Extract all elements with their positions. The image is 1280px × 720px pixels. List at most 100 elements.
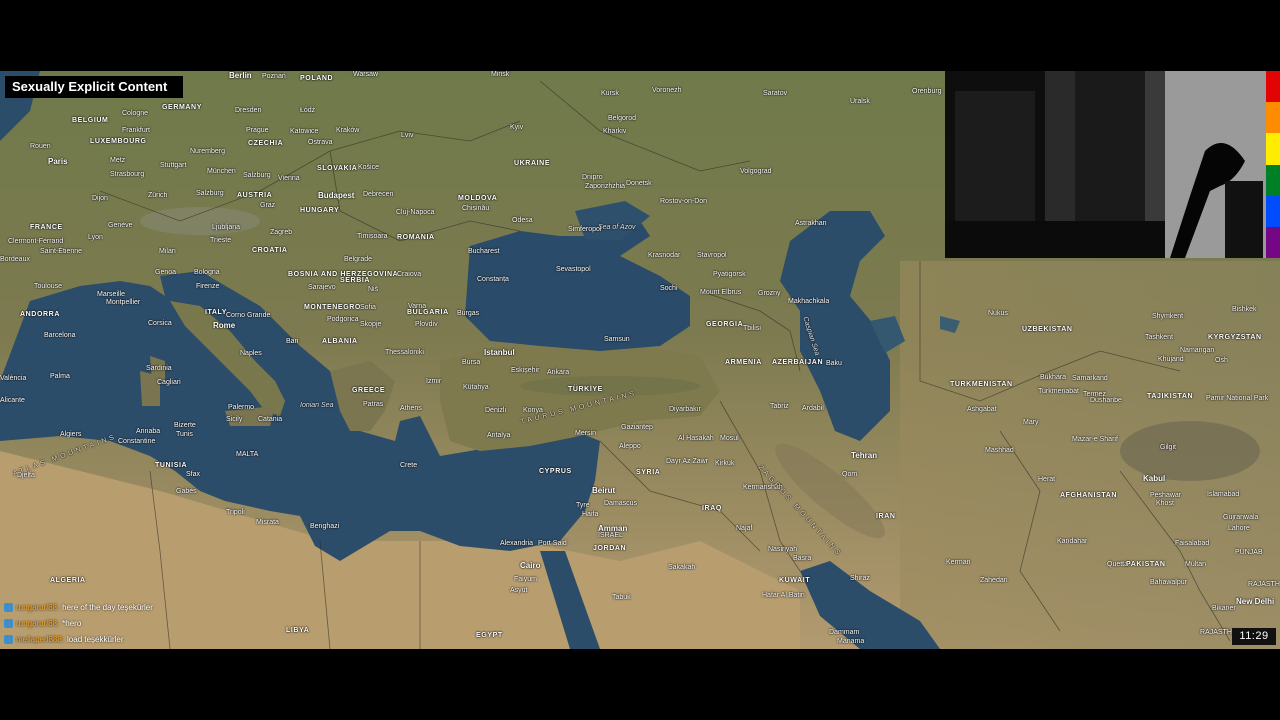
map-label-city: Cologne [122, 110, 149, 117]
map-label-city: Faiyum [514, 576, 537, 583]
map-label-city: Toulouse [34, 283, 63, 290]
content-warning-banner: Sexually Explicit Content [5, 76, 183, 98]
map-label-city: Sicily [226, 416, 243, 423]
map-label-city: Patras [363, 401, 384, 408]
map-label-city: Skopje [360, 321, 382, 328]
map-label-city: Constantine [118, 438, 156, 445]
map-label-city: Misrata [256, 519, 279, 526]
map-label-city: Beirut [592, 486, 616, 495]
map-label-city: Zürich [148, 192, 168, 199]
map-label-city: Dayr Az Zawr [666, 458, 709, 465]
map-label-city: Sochi [660, 285, 678, 292]
map-label-city: Haifa [582, 511, 599, 518]
map-label-city: Bologna [194, 269, 220, 276]
map-label-city: Rouen [30, 143, 51, 150]
map-label-country: KYRGYZSTAN [1208, 334, 1262, 341]
map-label-city: Ankara [547, 369, 570, 376]
map-label-city: Dresden [235, 107, 262, 114]
map-label-city: Genoa [155, 269, 177, 276]
map-label-city: Nukus [988, 310, 1008, 317]
map-label-country: UKRAINE [514, 160, 551, 167]
map-label-city: Dushanbe [1090, 397, 1122, 404]
map-label-city: Bikaner [1212, 605, 1236, 612]
map-label-city: Gilgit [1160, 444, 1176, 451]
map-label-city: Lviv [401, 132, 414, 139]
map-label-city: Mersin [575, 430, 597, 437]
taurus-relief [520, 376, 700, 396]
pride-flag-stripe [1266, 71, 1280, 259]
map-label-city: Cairo [520, 561, 541, 570]
map-label-city: Montpellier [106, 299, 141, 306]
map-label-city: Minsk [491, 71, 510, 78]
map-label-city: Thessaloniki [385, 349, 424, 356]
map-label-city: Samarkand [1072, 375, 1108, 382]
map-label-city: Crete [400, 462, 418, 469]
map-label-city: Nasiriyah [768, 546, 798, 553]
map-label-city: ISRAEL [598, 532, 623, 539]
map-label-city: Milan [159, 248, 176, 255]
map-label-city: Aleppo [619, 443, 641, 450]
clock-display: 11:29 [1232, 628, 1276, 645]
map-label-city: Kütahya [463, 384, 489, 391]
map-label-city: Qom [842, 471, 858, 478]
map-label-city: Niš [368, 286, 379, 293]
chat-text: here of the day teşekürler [62, 603, 153, 612]
map-label-city: Budapest [318, 191, 355, 200]
map-label-city: Asyut [510, 587, 528, 594]
map-label-city: Ardabil [802, 405, 824, 412]
map-label-city: Tabriz [770, 403, 789, 410]
map-label-city: Berlin [229, 71, 252, 80]
map-label-city: Mount Elbrus [700, 289, 742, 296]
map-label-city: Baku [826, 360, 842, 367]
map-label-city: Khost [1156, 500, 1174, 507]
map-label-city: Trieste [210, 237, 232, 244]
map-label-city: Donetsk [626, 180, 652, 187]
chat-message: rungarurl88: *hero [4, 616, 304, 632]
map-label-city: Constanța [477, 276, 509, 283]
map-label-city: Samsun [604, 336, 630, 343]
map-label-country: UZBEKISTAN [1022, 326, 1073, 333]
map-label-city: Orenburg [912, 88, 942, 95]
map-label-city: Diyarbakır [669, 406, 701, 413]
map-label-country: SERBIA [340, 277, 371, 284]
map-label-city: Sevastopol [556, 266, 591, 273]
map-label-city: Zaporizhzhia [585, 183, 626, 190]
map-label-city: Bordeaux [0, 256, 30, 263]
map-label-city: Volgograd [740, 168, 772, 175]
map-label-country: POLAND [300, 75, 334, 82]
map-label-city: Timișoara [357, 233, 388, 240]
map-label-city: Poznań [262, 73, 286, 80]
map-label-city: PUNJAB [1235, 549, 1263, 556]
map-label-city: Pyatigorsk [713, 271, 746, 278]
pride-stripe [1266, 71, 1280, 103]
map-label-city: Marseille [97, 291, 126, 298]
pride-stripe [1266, 133, 1280, 165]
alps-relief [140, 207, 260, 235]
map-label-country: KUWAIT [779, 577, 811, 584]
map-label-city: MALTA [236, 451, 259, 458]
map-label-city: Gabès [176, 488, 197, 495]
map-label-city: Genève [108, 222, 133, 229]
map-label-city: Sarajevo [308, 284, 336, 291]
map-label-city: Eskişehir [511, 367, 540, 374]
map-label-city: Stuttgart [160, 162, 187, 169]
map-label-country: MOLDOVA [458, 195, 498, 202]
map-label-city: Cagliari [157, 379, 181, 386]
map-label-city: New Delhi [1236, 597, 1275, 606]
map-label-city: Burgas [457, 310, 480, 317]
map-label-city: Istanbul [484, 348, 515, 357]
map-label-city: Dijon [92, 195, 108, 202]
map-label-city: Al Hasakah [678, 435, 714, 442]
map-label-city: Catania [258, 416, 283, 423]
map-label-city: Kandahar [1057, 538, 1088, 545]
map-label-city: Odesa [512, 217, 533, 224]
map-label-city: Ljubljana [212, 224, 241, 231]
pride-stripe [1266, 195, 1280, 227]
map-label-city: Lyon [88, 234, 103, 241]
map-label-city: Ostrava [308, 139, 333, 146]
map-label-city: Cluj-Napoca [396, 209, 435, 216]
map-label-city: Mazar-e Sharif [1072, 436, 1118, 443]
map-label-country: CYPRUS [539, 468, 572, 475]
map-label-city: Gujranwala [1223, 514, 1259, 521]
map-label-city: Quetta [1107, 561, 1129, 568]
